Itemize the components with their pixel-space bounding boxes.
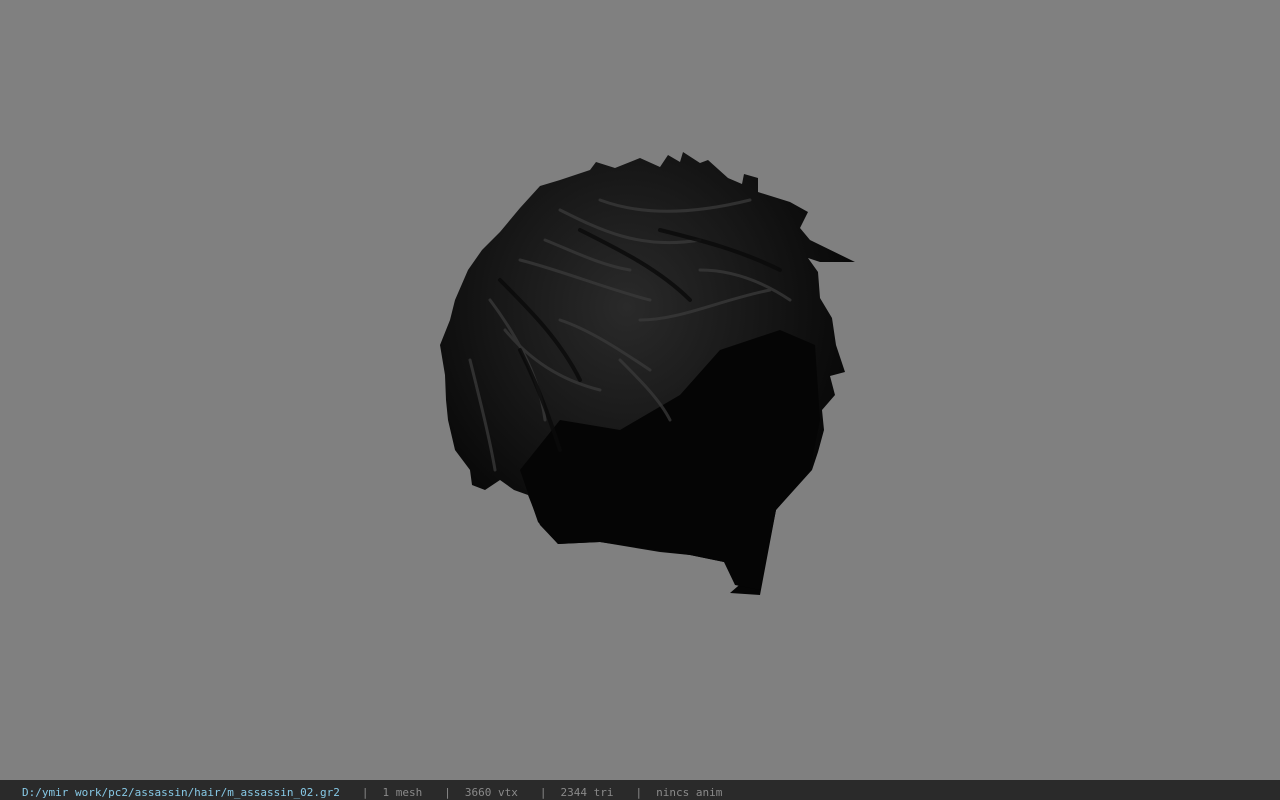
animation-status: nincs anim xyxy=(656,786,723,799)
separator: | xyxy=(539,786,547,799)
hair-model[interactable] xyxy=(0,0,1280,780)
separator: | xyxy=(361,786,369,799)
vertex-count: 3660 vtx xyxy=(464,786,518,799)
3d-viewport[interactable] xyxy=(0,0,1280,780)
separator: | xyxy=(635,786,643,799)
status-bar: D:/ymir work/pc2/assassin/hair/m_assassi… xyxy=(0,780,1280,800)
mesh-count: 1 mesh xyxy=(382,786,423,799)
triangle-count: 2344 tri xyxy=(560,786,614,799)
separator: | xyxy=(444,786,451,799)
file-path: D:/ymir work/pc2/assassin/hair/m_assassi… xyxy=(22,786,340,799)
